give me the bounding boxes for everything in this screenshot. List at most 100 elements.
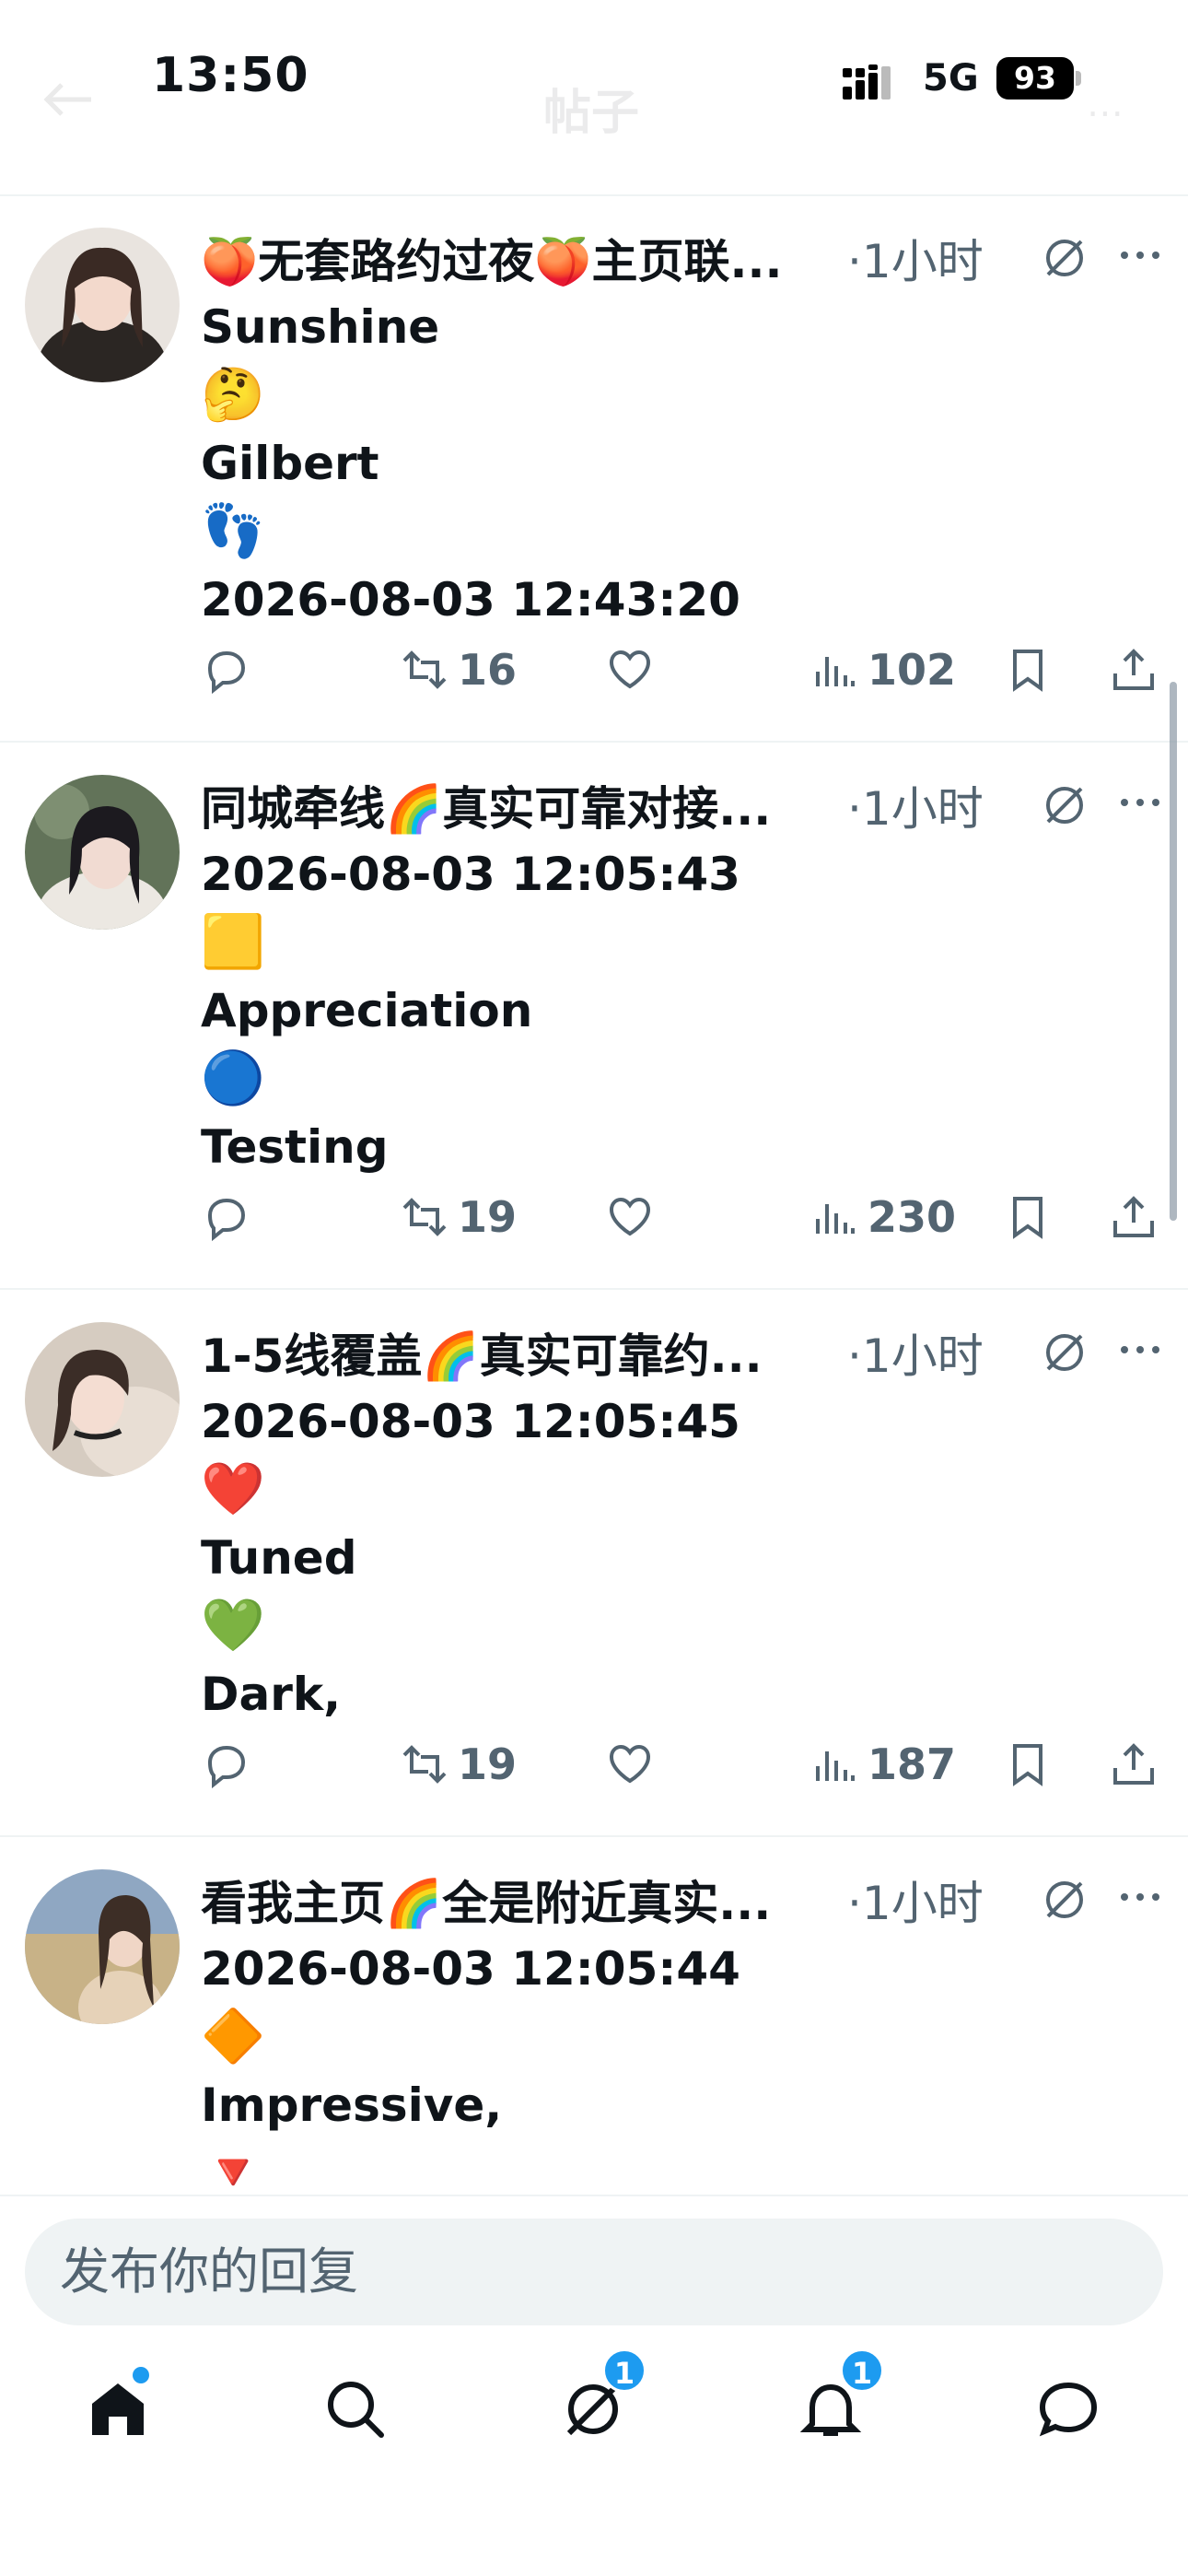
repost-icon	[402, 650, 447, 689]
notifications-badge: 1	[840, 2348, 884, 2393]
avatar-image	[25, 228, 180, 382]
more-icon[interactable]	[1117, 1883, 1163, 1911]
like-button[interactable]	[604, 1185, 656, 1249]
reply-button[interactable]	[201, 638, 252, 702]
repost-button[interactable]: 16	[399, 638, 517, 702]
tab-search[interactable]	[319, 2372, 392, 2446]
post-actions: 19 230	[201, 1185, 1177, 1249]
grok-badge: 1	[602, 2348, 646, 2393]
avatar[interactable]	[25, 228, 180, 382]
heart-icon	[609, 1197, 651, 1236]
post[interactable]: 看我主页🌈全是附近真实... ·1小时 2026-08-03 12:05:44 …	[0, 1837, 1188, 2195]
status-time: 13:50	[152, 48, 309, 103]
more-icon[interactable]	[1117, 789, 1163, 816]
post-time: ·1小时	[847, 1877, 984, 1930]
reply-input[interactable]: 发布你的回复	[25, 2219, 1163, 2325]
views-button[interactable]: 230	[809, 1185, 956, 1249]
post-time: ·1小时	[847, 1329, 984, 1383]
grok-icon[interactable]	[1041, 1329, 1089, 1376]
post-line-emoji: 🟨	[201, 912, 265, 972]
repost-count: 19	[458, 1739, 518, 1789]
like-button[interactable]	[604, 1732, 656, 1797]
post-text: 2026-08-03 12:05:43 🟨 Appreciation 🔵 Tes…	[201, 840, 1159, 1181]
grok-icon[interactable]	[1041, 781, 1089, 829]
repost-count: 19	[458, 1192, 518, 1242]
post-line: 2026-08-03 12:05:43	[201, 848, 740, 901]
reply-button[interactable]	[201, 1185, 252, 1249]
battery-level: 93	[996, 57, 1074, 100]
more-icon[interactable]	[1117, 241, 1163, 269]
post-header: 1-5线覆盖🌈真实可靠约... ·1小时	[201, 1308, 1188, 1383]
bookmark-icon	[1013, 1744, 1042, 1786]
views-count: 102	[868, 645, 957, 695]
tab-messages[interactable]	[1031, 2372, 1105, 2446]
message-bubble-icon	[1039, 2382, 1098, 2437]
bookmark-button[interactable]	[1002, 638, 1054, 702]
share-button[interactable]	[1108, 1732, 1159, 1797]
back-arrow-icon[interactable]	[41, 81, 93, 118]
share-button[interactable]	[1108, 638, 1159, 702]
post-line: Appreciation	[201, 984, 533, 1037]
repost-count: 16	[458, 645, 518, 695]
tab-home[interactable]	[81, 2367, 155, 2446]
share-button[interactable]	[1108, 1185, 1159, 1249]
post-line: Gilbert	[201, 437, 379, 490]
grok-icon[interactable]	[1041, 234, 1089, 282]
post-line-emoji: ❤️	[201, 1459, 265, 1519]
post[interactable]: 1-5线覆盖🌈真实可靠约... ·1小时 2026-08-03 12:05:45…	[0, 1290, 1188, 1837]
avatar-image	[25, 775, 180, 930]
reply-feed[interactable]: 🍑无套路约过夜🍑主页联... ·1小时 Sunshine 🤔 Gilbert 👣…	[0, 195, 1188, 2195]
reply-bar: 发布你的回复	[0, 2195, 1188, 2325]
grok-icon[interactable]	[1041, 1876, 1089, 1924]
post[interactable]: 🍑无套路约过夜🍑主页联... ·1小时 Sunshine 🤔 Gilbert 👣…	[0, 195, 1188, 743]
battery-icon: 93	[996, 57, 1081, 100]
avatar[interactable]	[25, 1869, 180, 2024]
page-title: 帖子	[543, 86, 640, 141]
reply-icon	[207, 1745, 246, 1789]
post-line-emoji: 🔵	[201, 1048, 265, 1108]
reply-button[interactable]	[201, 1732, 252, 1797]
bookmark-button[interactable]	[1002, 1732, 1054, 1797]
post-username[interactable]: 看我主页🌈全是附近真实...	[201, 1867, 845, 1933]
share-icon	[1113, 1743, 1154, 1785]
post-line: 2026-08-03 12:05:44	[201, 1942, 740, 1996]
post-line-emoji: 👣	[201, 501, 265, 561]
post-time: ·1小时	[847, 235, 984, 288]
share-icon	[1113, 1196, 1154, 1237]
post-line-emoji: 🔻	[201, 2143, 265, 2195]
analytics-icon	[816, 1751, 855, 1781]
scrollbar[interactable]	[1170, 682, 1177, 1221]
avatar[interactable]	[25, 1322, 180, 1477]
post[interactable]: 同城牵线🌈真实可靠对接... ·1小时 2026-08-03 12:05:43 …	[0, 743, 1188, 1290]
avatar-image	[25, 1322, 180, 1477]
post-line-emoji: 🤔	[201, 365, 265, 425]
post-line: 2026-08-03 12:05:45	[201, 1395, 740, 1448]
network-label: 5G	[923, 57, 979, 100]
views-button[interactable]: 102	[809, 638, 956, 702]
views-count: 187	[868, 1739, 957, 1789]
views-count: 230	[868, 1192, 957, 1242]
like-button[interactable]	[604, 638, 656, 702]
post-header: 看我主页🌈全是附近真实... ·1小时	[201, 1856, 1188, 1930]
more-icon[interactable]	[1117, 1336, 1163, 1364]
tab-notifications[interactable]: 1	[794, 2348, 884, 2446]
post-text: 2026-08-03 12:05:45 ❤️ Tuned 💚 Dark,	[201, 1388, 1159, 1728]
post-username[interactable]: 1-5线覆盖🌈真实可靠约...	[201, 1319, 845, 1386]
post-username[interactable]: 🍑无套路约过夜🍑主页联...	[201, 225, 845, 291]
post-username[interactable]: 同城牵线🌈真实可靠对接...	[201, 772, 845, 838]
repost-button[interactable]: 19	[399, 1185, 517, 1249]
bookmark-button[interactable]	[1002, 1185, 1054, 1249]
analytics-icon	[816, 1204, 855, 1234]
header-more-icon[interactable]: ⋯	[1087, 92, 1124, 135]
post-text: Sunshine 🤔 Gilbert 👣 2026-08-03 12:43:20	[201, 293, 1159, 634]
post-line: Testing	[201, 1120, 389, 1174]
post-actions: 16 102	[201, 638, 1177, 702]
views-button[interactable]: 187	[809, 1732, 956, 1797]
share-icon	[1113, 649, 1154, 690]
signal-icon	[843, 64, 891, 100]
heart-icon	[609, 650, 651, 689]
tab-grok[interactable]: 1	[556, 2348, 646, 2446]
avatar[interactable]	[25, 775, 180, 930]
search-icon	[328, 2382, 384, 2438]
repost-button[interactable]: 19	[399, 1732, 517, 1797]
